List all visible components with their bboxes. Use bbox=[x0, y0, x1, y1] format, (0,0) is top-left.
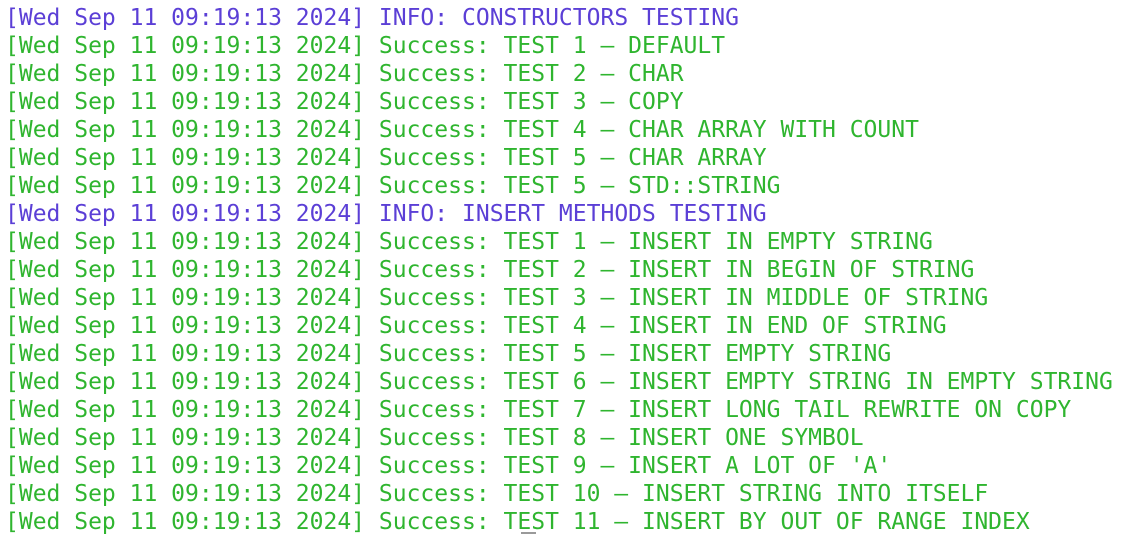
log-level: Success: bbox=[378, 369, 490, 395]
log-message: TEST 2 – INSERT IN BEGIN OF STRING bbox=[503, 257, 975, 283]
log-line-success: [Wed Sep 11 09:19:13 2024] Success: TEST… bbox=[5, 396, 1113, 424]
log-timestamp: [Wed Sep 11 09:19:13 2024] bbox=[5, 229, 366, 255]
log-timestamp: [Wed Sep 11 09:19:13 2024] bbox=[5, 397, 366, 423]
log-line-success: [Wed Sep 11 09:19:13 2024] Success: TEST… bbox=[5, 452, 1113, 480]
log-message: TEST 3 – INSERT IN MIDDLE OF STRING bbox=[503, 285, 989, 311]
log-timestamp: [Wed Sep 11 09:19:13 2024] bbox=[5, 453, 366, 479]
log-level: Success: bbox=[378, 397, 490, 423]
log-level: Success: bbox=[378, 229, 490, 255]
log-timestamp: [Wed Sep 11 09:19:13 2024] bbox=[5, 33, 366, 59]
log-level: Success: bbox=[378, 425, 490, 451]
log-timestamp: [Wed Sep 11 09:19:13 2024] bbox=[5, 285, 366, 311]
log-level: Success: bbox=[378, 173, 490, 199]
log-level: Success: bbox=[378, 117, 490, 143]
log-level: Success: bbox=[378, 341, 490, 367]
log-level: Success: bbox=[378, 285, 490, 311]
log-line-success: [Wed Sep 11 09:19:13 2024] Success: TEST… bbox=[5, 424, 1113, 452]
log-line-success: [Wed Sep 11 09:19:13 2024] Success: TEST… bbox=[5, 480, 1113, 508]
log-timestamp: [Wed Sep 11 09:19:13 2024] bbox=[5, 425, 366, 451]
log-level: Success: bbox=[378, 509, 490, 535]
log-message: TEST 2 – CHAR bbox=[503, 61, 684, 87]
log-message: TEST 6 – INSERT EMPTY STRING IN EMPTY ST… bbox=[503, 369, 1113, 395]
log-message: TEST 5 – STD::STRING bbox=[503, 173, 781, 199]
log-line-success: [Wed Sep 11 09:19:13 2024] Success: TEST… bbox=[5, 340, 1113, 368]
log-timestamp: [Wed Sep 11 09:19:13 2024] bbox=[5, 369, 366, 395]
log-message: TEST 11 – INSERT BY OUT OF RANGE INDEX bbox=[503, 509, 1030, 535]
log-line-success: [Wed Sep 11 09:19:13 2024] Success: TEST… bbox=[5, 284, 1113, 312]
top-edge bbox=[0, 0, 1128, 2]
log-line-success: [Wed Sep 11 09:19:13 2024] Success: TEST… bbox=[5, 228, 1113, 256]
terminal-window[interactable]: [Wed Sep 11 09:19:13 2024] INFO: CONSTRU… bbox=[0, 0, 1128, 536]
log-line-success: [Wed Sep 11 09:19:13 2024] Success: TEST… bbox=[5, 368, 1113, 396]
log-message: TEST 1 – DEFAULT bbox=[503, 33, 726, 59]
log-message: TEST 5 – INSERT EMPTY STRING bbox=[503, 341, 892, 367]
log-message: INSERT METHODS TESTING bbox=[462, 201, 767, 227]
log-message: TEST 4 – CHAR ARRAY WITH COUNT bbox=[503, 117, 919, 143]
log-line-success: [Wed Sep 11 09:19:13 2024] Success: TEST… bbox=[5, 508, 1113, 536]
log-line-success: [Wed Sep 11 09:19:13 2024] Success: TEST… bbox=[5, 172, 1113, 200]
log-message: TEST 3 – COPY bbox=[503, 89, 684, 115]
log-line-success: [Wed Sep 11 09:19:13 2024] Success: TEST… bbox=[5, 256, 1113, 284]
log-message: TEST 10 – INSERT STRING INTO ITSELF bbox=[503, 481, 989, 507]
log-level: Success: bbox=[378, 481, 490, 507]
log-timestamp: [Wed Sep 11 09:19:13 2024] bbox=[5, 257, 366, 283]
log-line-success: [Wed Sep 11 09:19:13 2024] Success: TEST… bbox=[5, 144, 1113, 172]
log-message: TEST 5 – CHAR ARRAY bbox=[503, 145, 767, 171]
log-timestamp: [Wed Sep 11 09:19:13 2024] bbox=[5, 145, 366, 171]
log-level: Success: bbox=[378, 257, 490, 283]
log-level: Success: bbox=[378, 61, 490, 87]
log-level: Success: bbox=[378, 33, 490, 59]
log-message: CONSTRUCTORS TESTING bbox=[462, 5, 739, 31]
log-line-success: [Wed Sep 11 09:19:13 2024] Success: TEST… bbox=[5, 60, 1113, 88]
log-line-success: [Wed Sep 11 09:19:13 2024] Success: TEST… bbox=[5, 116, 1113, 144]
log-timestamp: [Wed Sep 11 09:19:13 2024] bbox=[5, 61, 366, 87]
log-message: TEST 4 – INSERT IN END OF STRING bbox=[503, 313, 947, 339]
log-line-success: [Wed Sep 11 09:19:13 2024] Success: TEST… bbox=[5, 312, 1113, 340]
log-level: INFO: bbox=[378, 5, 449, 31]
log-level: Success: bbox=[378, 313, 490, 339]
log-timestamp: [Wed Sep 11 09:19:13 2024] bbox=[5, 117, 366, 143]
log-timestamp: [Wed Sep 11 09:19:13 2024] bbox=[5, 313, 366, 339]
log-timestamp: [Wed Sep 11 09:19:13 2024] bbox=[5, 481, 366, 507]
log-timestamp: [Wed Sep 11 09:19:13 2024] bbox=[5, 5, 366, 31]
log-timestamp: [Wed Sep 11 09:19:13 2024] bbox=[5, 509, 366, 535]
log-timestamp: [Wed Sep 11 09:19:13 2024] bbox=[5, 341, 366, 367]
log-level: INFO: bbox=[378, 201, 449, 227]
log-line-info: [Wed Sep 11 09:19:13 2024] INFO: INSERT … bbox=[5, 200, 1113, 228]
log-message: TEST 8 – INSERT ONE SYMBOL bbox=[503, 425, 864, 451]
log-level: Success: bbox=[378, 453, 490, 479]
log-level: Success: bbox=[378, 89, 490, 115]
log-message: TEST 7 – INSERT LONG TAIL REWRITE ON COP… bbox=[503, 397, 1072, 423]
log-timestamp: [Wed Sep 11 09:19:13 2024] bbox=[5, 173, 366, 199]
log-output: [Wed Sep 11 09:19:13 2024] INFO: CONSTRU… bbox=[5, 4, 1113, 536]
log-line-success: [Wed Sep 11 09:19:13 2024] Success: TEST… bbox=[5, 32, 1113, 60]
log-message: TEST 1 – INSERT IN EMPTY STRING bbox=[503, 229, 933, 255]
log-line-success: [Wed Sep 11 09:19:13 2024] Success: TEST… bbox=[5, 88, 1113, 116]
log-message: TEST 9 – INSERT A LOT OF 'A' bbox=[503, 453, 892, 479]
text-cursor bbox=[521, 532, 536, 534]
log-timestamp: [Wed Sep 11 09:19:13 2024] bbox=[5, 201, 366, 227]
log-line-info: [Wed Sep 11 09:19:13 2024] INFO: CONSTRU… bbox=[5, 4, 1113, 32]
log-timestamp: [Wed Sep 11 09:19:13 2024] bbox=[5, 89, 366, 115]
log-level: Success: bbox=[378, 145, 490, 171]
